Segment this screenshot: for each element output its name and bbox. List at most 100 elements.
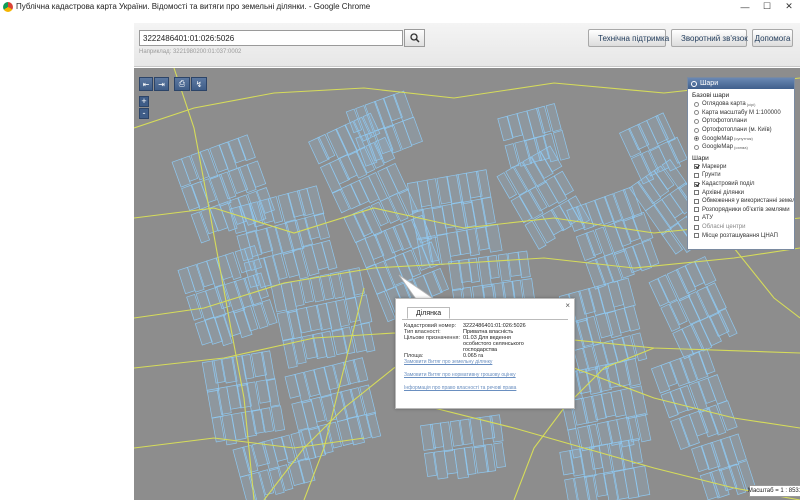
layer-option[interactable]: Обласні центри	[688, 223, 794, 232]
minimize-button[interactable]: —	[734, 2, 756, 12]
base-layer-label: Оглядова карта	[702, 101, 746, 108]
base-layer-option[interactable]: GoogleMap (супутник)	[688, 134, 794, 143]
base-layer-label: Ортофотоплани	[702, 118, 747, 125]
layer-option[interactable]: Кадастровий поділ	[688, 180, 794, 189]
layer-option[interactable]: Архівні ділянки	[688, 188, 794, 197]
base-layer-label: Карта масштабу М 1:100000	[702, 109, 781, 116]
measure-distance-tool[interactable]: ⇤	[139, 77, 153, 91]
layer-option[interactable]: Ґрунти	[688, 171, 794, 180]
base-layer-label: Ортофотоплани (м. Київ)	[702, 127, 772, 134]
maximize-button[interactable]: ☐	[756, 1, 778, 12]
close-window-button[interactable]: ✕	[778, 1, 800, 12]
layers-icon	[691, 80, 697, 87]
base-layer-label: GoogleMap	[702, 144, 734, 151]
radio-button[interactable]	[694, 127, 699, 133]
cadastral-parcels	[171, 90, 756, 500]
base-layer-note: (сірі)	[746, 101, 756, 107]
layer-option[interactable]: Обмеження у використанні земель	[688, 197, 794, 206]
search-button[interactable]	[404, 29, 425, 47]
layer-option[interactable]: Розпорядники об'єктів землями	[688, 206, 794, 215]
base-layer-option[interactable]: Ортофотоплани	[688, 117, 794, 126]
search-input[interactable]	[139, 30, 403, 46]
map-scale: Масштаб = 1 : 8531	[748, 485, 800, 497]
order-valuation-link[interactable]: Замовити Витяг про нормативну грошову оц…	[404, 372, 516, 378]
checkbox[interactable]	[694, 207, 699, 213]
base-layers-list: Оглядова карта (сірі) Карта масштабу М 1:1…	[688, 100, 794, 152]
order-extract-link[interactable]: Замовити Витяг про земельну ділянку	[404, 359, 492, 365]
help-button[interactable]: Допомога	[752, 29, 793, 47]
layer-label: Місце розташування ЦНАП	[702, 232, 778, 239]
info-tool[interactable]: ↯	[191, 77, 207, 91]
layers-heading: Шари	[692, 154, 709, 162]
parcel-details-table: Кадастровий номер: 3222486401:01:026:5026…	[404, 323, 543, 359]
search-hint: Наприклад: 3221980200:01:037:0002	[139, 49, 242, 55]
layer-label: Обмеження у використанні земель	[702, 198, 794, 205]
checkbox[interactable]	[694, 215, 699, 221]
field-value: 01.03 Для ведення особистого селянського…	[462, 335, 524, 353]
blank-left-area	[0, 13, 134, 500]
parcel-block	[648, 256, 738, 360]
checkbox[interactable]	[694, 224, 699, 230]
map-canvas[interactable]: ⇤ ⇥ ⎙ ↯ + - Шари Базові шари Оглядова ка…	[134, 68, 800, 500]
measure-area-tool[interactable]: ⇥	[154, 77, 169, 91]
window-titlebar: Публічна кадастрова карта України. Відом…	[0, 0, 800, 13]
layer-label: АТУ	[702, 215, 714, 222]
radio-button[interactable]	[694, 136, 699, 142]
checkbox[interactable]	[694, 198, 699, 204]
tech-support-button[interactable]: Технічна підтримка	[588, 29, 670, 47]
feedback-button[interactable]: Зворотний зв'язок	[671, 29, 748, 47]
checkbox[interactable]	[694, 233, 699, 239]
zoom-out-button[interactable]: -	[139, 108, 149, 119]
field-label: Цільове призначення:	[404, 335, 460, 341]
checkbox[interactable]	[694, 172, 699, 178]
popup-close-button[interactable]: ×	[565, 301, 570, 310]
help-label: Допомога	[754, 33, 791, 43]
base-layer-note: (схема)	[734, 144, 748, 150]
print-tool[interactable]: ⎙	[174, 77, 190, 91]
radio-button[interactable]	[694, 110, 699, 116]
layers-panel-header[interactable]: Шари	[688, 78, 794, 89]
table-row: Цільове призначення: 01.03 Для ведення ос…	[404, 335, 543, 353]
layers-panel: Шари Базові шари Оглядова карта (сірі) Кар…	[687, 77, 795, 250]
zoom-in-button[interactable]: +	[139, 96, 149, 107]
layer-label: Маркери	[702, 163, 727, 170]
parcel-block	[420, 414, 506, 480]
checkbox[interactable]	[694, 164, 699, 170]
radio-button[interactable]	[694, 101, 699, 107]
layer-label: Обласні центри	[702, 224, 746, 231]
layer-label: Кадастровий поділ	[702, 181, 755, 188]
search-icon	[409, 33, 420, 43]
parcel	[265, 377, 280, 407]
tab-parcel[interactable]: Ділянка	[407, 307, 451, 319]
layer-option[interactable]: Маркери	[688, 163, 794, 172]
radio-button[interactable]	[694, 118, 699, 124]
base-layer-note: (супутник)	[734, 136, 753, 142]
layer-option[interactable]: АТУ	[688, 214, 794, 223]
base-layer-option[interactable]: GoogleMap (схема)	[688, 143, 794, 152]
layer-label: Ґрунти	[702, 172, 721, 179]
base-layer-option[interactable]: Оглядова карта (сірі)	[688, 100, 794, 109]
print-icon: ⎙	[178, 79, 186, 88]
parcel-block	[171, 134, 275, 244]
window-title: Публічна кадастрова карта України. Відом…	[16, 2, 371, 11]
checkbox[interactable]	[694, 181, 699, 187]
cadastral-map-app: Наприклад: 3221980200:01:037:0002 Техніч…	[134, 13, 800, 500]
top-toolbar: Наприклад: 3221980200:01:037:0002 Техніч…	[134, 23, 800, 67]
layer-label: Розпорядники об'єктів землями	[702, 206, 790, 213]
checkbox[interactable]	[694, 190, 699, 196]
base-layer-option[interactable]: Карта масштабу М 1:100000	[688, 109, 794, 118]
layer-label: Архівні ділянки	[702, 189, 744, 196]
parcel-info-popup: Ділянка × Кадастровий номер: 3222486401:0…	[395, 298, 575, 409]
layer-option[interactable]: Місце розташування ЦНАП	[688, 231, 794, 240]
base-layer-option[interactable]: Ортофотоплани (м. Київ)	[688, 126, 794, 135]
tech-support-label: Технічна підтримка	[598, 33, 670, 43]
overlay-layers-list: Маркери Ґрунти Кадастровий поділ Архівні ді…	[688, 163, 794, 240]
feedback-label: Зворотний зв'язок	[681, 33, 748, 43]
radio-button[interactable]	[694, 144, 699, 150]
base-layers-heading: Базові шари	[692, 92, 730, 99]
parcel-block	[650, 348, 738, 450]
base-layer-label: GoogleMap	[702, 135, 734, 142]
chrome-icon	[3, 1, 13, 12]
ownership-info-link[interactable]: Інформація про право власності та речові…	[404, 385, 516, 391]
parcel	[493, 442, 506, 469]
